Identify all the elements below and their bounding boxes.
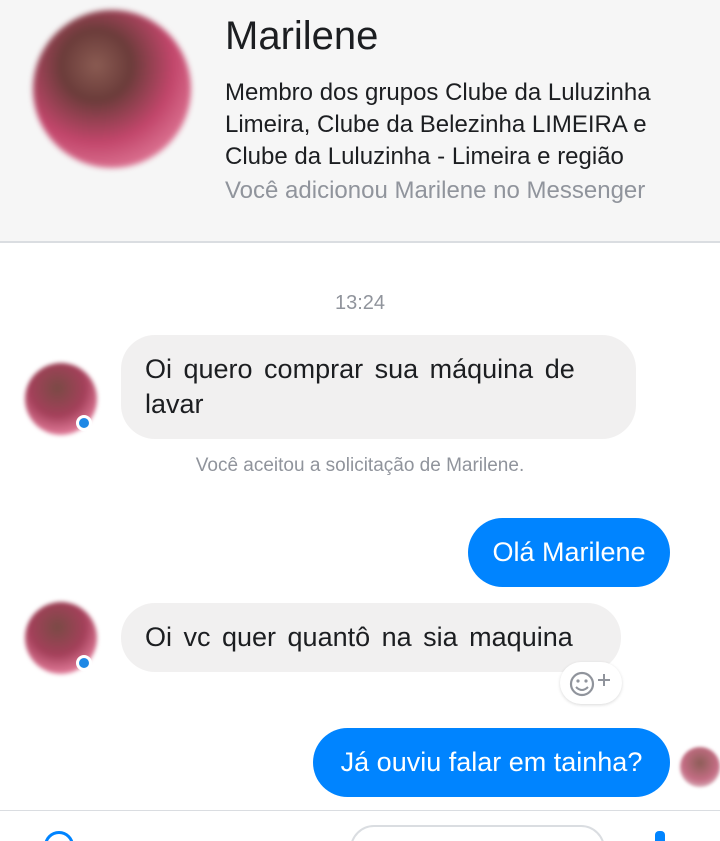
like-icon[interactable]: [655, 831, 665, 841]
online-status-icon: [76, 415, 92, 431]
online-status-icon: [76, 655, 92, 671]
system-message: Você aceitou a solicitação de Marilene.: [195, 455, 525, 476]
profile-bio: Membro dos grupos Clube da Luluzinha Lim…: [225, 79, 651, 170]
incoming-message-bubble[interactable]: Oi vc quer quantô na sia maquina: [121, 603, 621, 672]
conversation-header: Marilene Membro dos grupos Clube da Lulu…: [0, 0, 720, 242]
seen-avatar-icon: [680, 747, 720, 787]
camera-icon[interactable]: [44, 831, 74, 841]
message-input[interactable]: [350, 825, 605, 841]
message-composer: [0, 811, 720, 841]
profile-name[interactable]: Marilene: [225, 14, 378, 59]
outgoing-message-bubble[interactable]: Já ouviu falar em tainha?: [313, 728, 670, 797]
message-timestamp: 13:24: [334, 292, 386, 314]
profile-avatar[interactable]: [33, 10, 191, 168]
messenger-added-note: Você adicionou Marilene no Messenger: [225, 177, 646, 204]
outgoing-message-bubble[interactable]: Olá Marilene: [468, 518, 670, 587]
incoming-message-bubble[interactable]: Oi quero comprar sua máquina de lavar: [121, 335, 636, 439]
message-thread[interactable]: 13:24 Oi quero comprar sua máquina de la…: [0, 243, 720, 810]
add-reaction-icon[interactable]: [560, 662, 622, 704]
